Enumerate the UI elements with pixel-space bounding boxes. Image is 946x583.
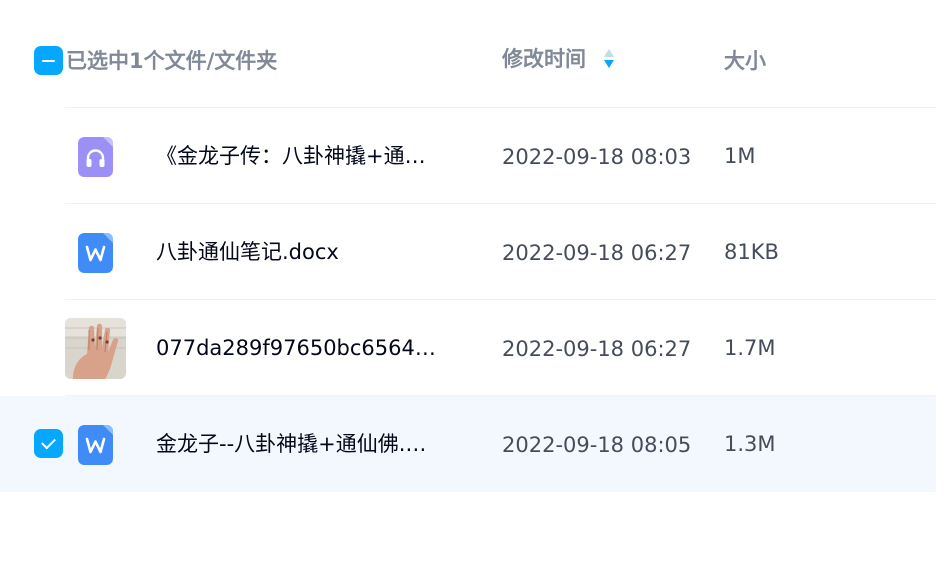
file-list: 已选中1个文件/文件夹 修改时间 大小 《金龙子传：八卦神撬+通… 2022-0…	[0, 0, 946, 583]
headphones-icon	[78, 137, 113, 177]
row-checkbox[interactable]	[34, 429, 63, 458]
file-name[interactable]: 八卦通仙笔记.docx	[156, 238, 456, 266]
file-modified-time: 2022-09-18 06:27	[502, 241, 692, 265]
sort-icon[interactable]	[602, 47, 616, 71]
selection-count-label: 已选中1个文件/文件夹	[66, 49, 278, 73]
table-row[interactable]: 金龙子--八卦神撬+通仙佛.… 2022-09-18 08:05 1.3M	[0, 396, 936, 492]
file-size: 1.7M	[724, 336, 776, 360]
file-name[interactable]: 金龙子--八卦神撬+通仙佛.…	[156, 430, 456, 458]
table-row[interactable]: 077da289f97650bc6564… 2022-09-18 06:27 1…	[0, 300, 936, 396]
word-document-icon	[78, 233, 113, 273]
modified-column-label: 修改时间	[502, 47, 586, 71]
table-row[interactable]: 八卦通仙笔记.docx 2022-09-18 06:27 81KB	[0, 204, 936, 300]
file-size: 1.3M	[724, 432, 776, 456]
image-thumbnail	[65, 318, 126, 379]
indeterminate-icon	[42, 59, 55, 62]
list-header: 已选中1个文件/文件夹 修改时间 大小	[0, 0, 936, 108]
file-size: 1M	[724, 144, 756, 168]
file-modified-time: 2022-09-18 08:05	[502, 433, 692, 457]
file-size: 81KB	[724, 240, 779, 264]
file-modified-time: 2022-09-18 08:03	[502, 145, 692, 169]
table-row[interactable]: 《金龙子传：八卦神撬+通… 2022-09-18 08:03 1M	[0, 108, 936, 204]
sort-by-modified-header[interactable]: 修改时间	[502, 45, 616, 73]
size-column-label[interactable]: 大小	[724, 47, 766, 75]
file-modified-time: 2022-09-18 06:27	[502, 337, 692, 361]
word-document-icon	[78, 425, 113, 465]
checkmark-icon	[41, 434, 56, 450]
file-name[interactable]: 《金龙子传：八卦神撬+通…	[156, 142, 456, 170]
select-all-checkbox[interactable]	[34, 46, 63, 75]
file-name[interactable]: 077da289f97650bc6564…	[156, 334, 456, 362]
